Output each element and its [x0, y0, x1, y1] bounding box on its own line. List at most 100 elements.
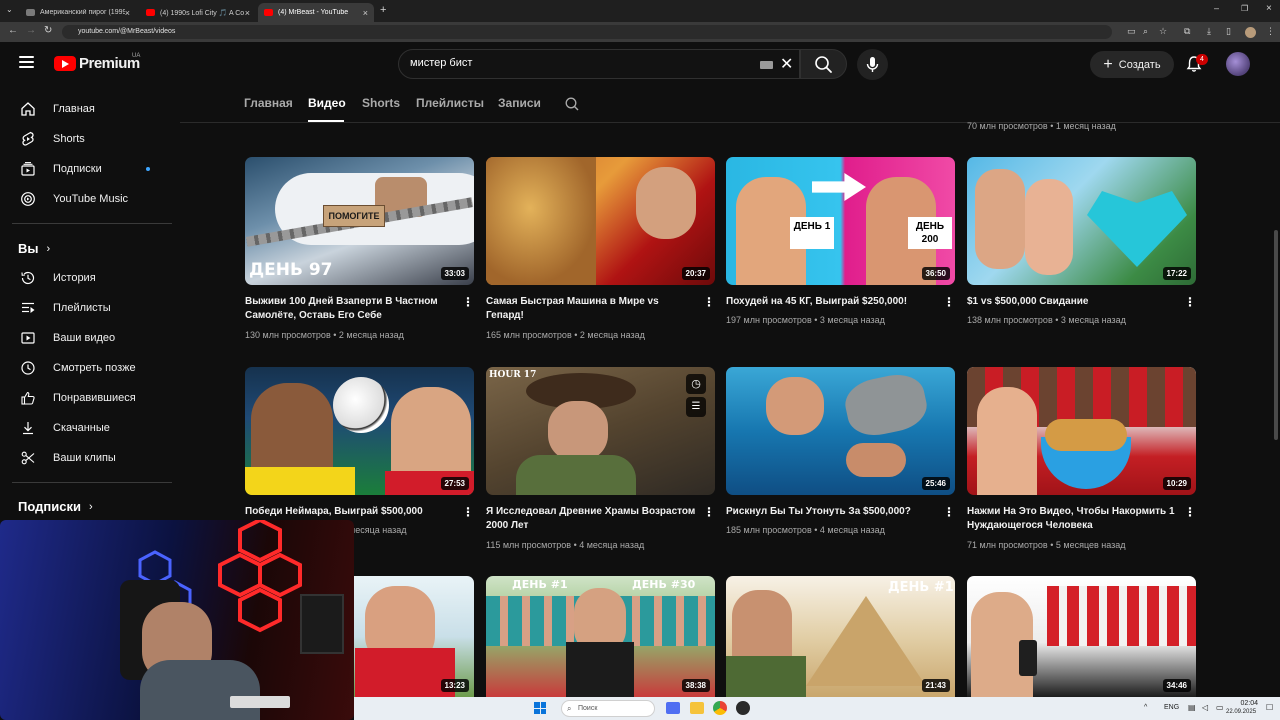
- video-title[interactable]: Я Исследовал Древние Храмы Возрастом 200…: [486, 505, 696, 533]
- video-more-icon[interactable]: ⋮: [943, 296, 955, 310]
- sidebar-you-header[interactable]: Вы ›: [18, 241, 50, 256]
- day-sign: ДЕНЬ 1: [790, 217, 834, 249]
- tab-posts[interactable]: Записи: [498, 96, 541, 110]
- video-title[interactable]: Победи Неймара, Выиграй $500,000: [245, 505, 455, 519]
- windows-start-icon[interactable]: [534, 702, 546, 714]
- cast-icon[interactable]: ▭: [1127, 26, 1136, 37]
- tab-videos[interactable]: Видео: [308, 96, 346, 110]
- sidebar-item-playlists[interactable]: Плейлисты: [12, 293, 168, 323]
- video-title[interactable]: Нажми На Это Видео, Чтобы Накормить 1 Ну…: [967, 505, 1177, 533]
- tab-home[interactable]: Главная: [244, 96, 293, 110]
- battery-icon[interactable]: ▭: [1216, 703, 1224, 712]
- video-more-icon[interactable]: ⋮: [462, 296, 474, 310]
- sidebar-item-label: История: [53, 272, 96, 284]
- language-indicator[interactable]: ENG: [1164, 704, 1179, 711]
- new-tab-button[interactable]: +: [380, 4, 386, 16]
- video-more-icon[interactable]: ⋮: [943, 506, 955, 520]
- browser-menu-icon[interactable]: ⋮: [1266, 26, 1275, 37]
- browser-tab-3[interactable]: (4) MrBeast - YouTube ×: [258, 3, 374, 22]
- channel-search-icon[interactable]: [564, 96, 580, 112]
- extensions-icon[interactable]: ⧉: [1184, 26, 1190, 37]
- sidebar-item-watch-later[interactable]: Смотреть позже: [12, 353, 168, 383]
- video-more-icon[interactable]: ⋮: [1184, 506, 1196, 520]
- voice-search-button[interactable]: [857, 49, 888, 80]
- video-more-icon[interactable]: ⋮: [703, 506, 715, 520]
- chrome-icon[interactable]: [713, 701, 727, 715]
- sidebar-item-downloads[interactable]: Скачанные: [12, 413, 168, 443]
- close-tab-icon[interactable]: ×: [125, 8, 130, 18]
- video-title[interactable]: Рискнул Бы Ты Утонуть За $500,000?: [726, 505, 936, 519]
- thumbs-up-icon: [19, 389, 37, 407]
- video-title[interactable]: $1 vs $500,000 Свидание: [967, 295, 1177, 309]
- video-thumbnail[interactable]: HOUR 17 ◷ ☰: [486, 367, 715, 495]
- bookmark-star-icon[interactable]: ☆: [1159, 26, 1167, 37]
- video-title[interactable]: Похудей на 45 КГ, Выиграй $250,000!: [726, 295, 936, 309]
- sidebar-item-home[interactable]: Главная: [12, 94, 168, 124]
- video-thumbnail[interactable]: 27:53: [245, 367, 474, 495]
- video-thumbnail[interactable]: ДЕНЬ 1 ДЕНЬ 200 36:50: [726, 157, 955, 285]
- video-thumbnail[interactable]: 34:46: [967, 576, 1196, 697]
- volume-icon[interactable]: ◁: [1202, 703, 1208, 712]
- sidebar-item-shorts[interactable]: Shorts: [12, 124, 168, 154]
- video-thumbnail[interactable]: ПОМОГИТЕ ДЕНЬ 97 33:03: [245, 157, 474, 285]
- watch-later-icon[interactable]: ◷: [686, 374, 706, 394]
- video-thumbnail[interactable]: ДЕНЬ #1 21:43: [726, 576, 955, 697]
- sidebar-item-history[interactable]: История: [12, 263, 168, 293]
- search-button[interactable]: [800, 49, 847, 79]
- task-view-icon[interactable]: [666, 702, 680, 714]
- downloads-icon[interactable]: ⤓: [1207, 26, 1211, 37]
- shirt-image: [516, 455, 636, 495]
- notifications-icon[interactable]: ☐: [1266, 703, 1273, 712]
- forward-icon[interactable]: →: [26, 25, 36, 36]
- profile-avatar[interactable]: [1245, 27, 1256, 38]
- video-more-icon[interactable]: ⋮: [462, 506, 474, 520]
- tray-chevron-icon[interactable]: ^: [1144, 704, 1147, 711]
- reload-icon[interactable]: ↻: [44, 25, 52, 36]
- search-input[interactable]: [410, 57, 730, 69]
- video-thumbnail[interactable]: 17:22: [967, 157, 1196, 285]
- video-thumbnail[interactable]: 25:46: [726, 367, 955, 495]
- video-more-icon[interactable]: ⋮: [703, 296, 715, 310]
- hamburger-menu-icon[interactable]: [19, 56, 34, 68]
- tab-search-icon[interactable]: ⌄: [6, 5, 13, 14]
- youtube-premium-logo[interactable]: Premium UA: [54, 53, 140, 72]
- restore-button[interactable]: ❐: [1241, 4, 1248, 13]
- clock-time[interactable]: 02:04: [1230, 700, 1258, 707]
- video-thumbnail[interactable]: 10:29: [967, 367, 1196, 495]
- zoom-icon[interactable]: ⌕: [1143, 26, 1148, 37]
- browser-tab-2[interactable]: (4) 1990s Lofi City 🎵 A Co ×: [140, 3, 256, 22]
- network-icon[interactable]: ▤: [1188, 703, 1196, 712]
- tab-playlists[interactable]: Плейлисты: [416, 96, 484, 110]
- sidebar-item-clips[interactable]: Ваши клипы: [12, 443, 168, 473]
- account-avatar[interactable]: [1226, 52, 1250, 76]
- browser-tab-1[interactable]: Американский пирог (1999) с ×: [20, 3, 136, 22]
- close-tab-icon[interactable]: ×: [363, 8, 368, 18]
- minimize-button[interactable]: –: [1214, 3, 1219, 13]
- close-window-button[interactable]: ×: [1266, 3, 1272, 14]
- video-thumbnail[interactable]: 20:37: [486, 157, 715, 285]
- sidebar-item-liked[interactable]: Понравившиеся: [12, 383, 168, 413]
- keyboard-icon[interactable]: [760, 61, 773, 69]
- video-thumbnail[interactable]: ДЕНЬ #1 ДЕНЬ #30 38:38: [486, 576, 715, 697]
- sidebar-item-music[interactable]: YouTube Music: [12, 184, 168, 214]
- sidebar-subscriptions-header[interactable]: Подписки ›: [18, 499, 93, 514]
- sidebar-item-your-videos[interactable]: Ваши видео: [12, 323, 168, 353]
- url-field[interactable]: youtube.com/@MrBeast/videos: [62, 25, 1112, 39]
- clock-date[interactable]: 22.09.2025: [1226, 709, 1256, 715]
- close-tab-icon[interactable]: ×: [245, 8, 250, 18]
- taskbar-search-box[interactable]: ⌕ Поиск: [561, 700, 655, 717]
- sidebar-item-subscriptions[interactable]: Подписки: [12, 154, 168, 184]
- clear-search-icon[interactable]: ✕: [780, 54, 793, 74]
- tab-shorts[interactable]: Shorts: [362, 96, 400, 110]
- home-icon: [19, 100, 37, 118]
- video-more-icon[interactable]: ⋮: [1184, 296, 1196, 310]
- app-icon[interactable]: [736, 701, 750, 715]
- back-icon[interactable]: ←: [8, 25, 18, 36]
- add-to-queue-icon[interactable]: ☰: [686, 397, 706, 417]
- video-title[interactable]: Самая Быстрая Машина в Мире vs Гепард!: [486, 295, 696, 323]
- page-scrollbar[interactable]: [1274, 230, 1278, 440]
- create-button[interactable]: + Создать: [1090, 51, 1174, 78]
- video-title[interactable]: Выживи 100 Дней Взаперти В Частном Самол…: [245, 295, 455, 323]
- file-explorer-icon[interactable]: [690, 702, 704, 714]
- sidepanel-icon[interactable]: ▯: [1226, 26, 1231, 37]
